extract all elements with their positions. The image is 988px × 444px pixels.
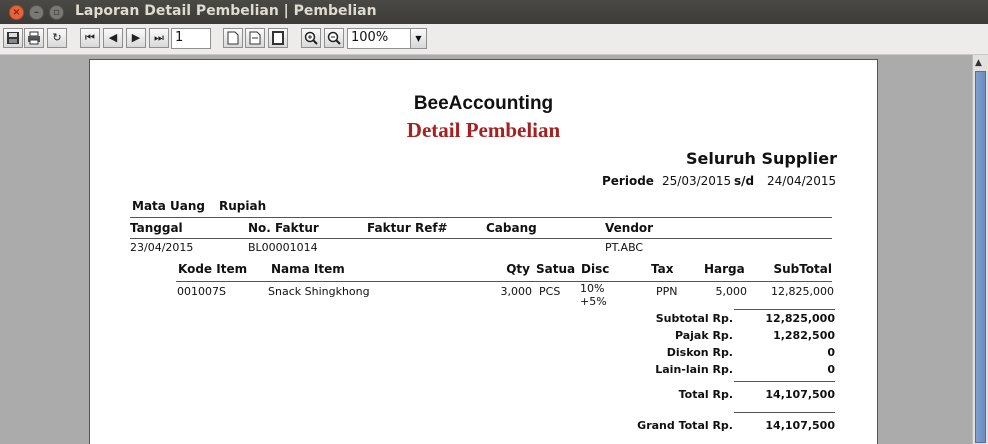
- col-tax: Tax: [651, 262, 674, 276]
- item-kode: 001007S: [177, 285, 226, 298]
- divider: [734, 381, 835, 382]
- last-page-icon[interactable]: ⏭: [149, 28, 169, 48]
- fit-page-icon[interactable]: [268, 28, 288, 48]
- previous-page-icon[interactable]: ◀: [103, 28, 123, 48]
- invoice-vendor: PT.ABC: [605, 241, 644, 254]
- grand-total-label: Grand Total Rp.: [637, 419, 733, 432]
- col-kode-item: Kode Item: [178, 262, 248, 276]
- page-number-input[interactable]: 1: [171, 28, 211, 49]
- diskon-value: 0: [827, 346, 835, 359]
- report-title: Detail Pembelian: [406, 118, 561, 142]
- minimize-window-button[interactable]: –: [29, 5, 44, 20]
- invoice-no-faktur: BL00001014: [248, 241, 318, 254]
- divider: [176, 281, 832, 282]
- zoom-out-icon[interactable]: [324, 28, 344, 48]
- col-disc: Disc: [581, 262, 610, 276]
- total-label: Total Rp.: [678, 388, 733, 401]
- item-harga: 5,000: [715, 285, 748, 298]
- zoom-select[interactable]: 100% ▼: [347, 28, 427, 49]
- item-tax: PPN: [656, 285, 678, 298]
- divider: [130, 238, 832, 239]
- invoice-tanggal: 23/04/2015: [130, 241, 194, 254]
- item-satuan: PCS: [539, 285, 561, 298]
- report-page: BeeAccounting Detail Pembelian Seluruh S…: [89, 59, 878, 444]
- divider: [734, 412, 835, 413]
- currency-value: Rupiah: [219, 199, 267, 213]
- lain-lain-value: 0: [827, 363, 835, 376]
- periode-to: 24/04/2015: [767, 174, 837, 188]
- col-no-faktur: No. Faktur: [248, 221, 319, 235]
- scrollbar-thumb[interactable]: [975, 71, 986, 443]
- pajak-label: Pajak Rp.: [674, 329, 733, 342]
- col-qty: Qty: [506, 262, 530, 276]
- zoom-value: 100%: [351, 30, 389, 45]
- col-harga: Harga: [704, 262, 745, 276]
- grand-total-value: 14,107,500: [765, 419, 835, 432]
- close-window-button[interactable]: ×: [9, 5, 24, 20]
- col-vendor: Vendor: [605, 221, 654, 235]
- periode-from: 25/03/2015: [662, 174, 732, 188]
- chevron-down-icon[interactable]: ▼: [410, 29, 426, 48]
- item-disc-1: 10%: [580, 282, 605, 295]
- report-viewport: BeeAccounting Detail Pembelian Seluruh S…: [0, 55, 972, 444]
- print-icon[interactable]: [24, 28, 44, 48]
- col-satuan: Satua: [536, 262, 576, 276]
- fit-width-icon[interactable]: [245, 28, 265, 48]
- item-nama: Snack Shingkhong: [268, 285, 370, 298]
- sd-label: s/d: [734, 174, 755, 188]
- divider: [734, 309, 835, 310]
- pajak-value: 1,282,500: [773, 329, 835, 342]
- col-subtotal: SubTotal: [773, 262, 832, 276]
- first-page-icon[interactable]: ⏮: [80, 28, 100, 48]
- supplier-scope: Seluruh Supplier: [685, 149, 837, 168]
- save-icon[interactable]: [3, 28, 23, 48]
- vertical-scrollbar[interactable]: ▲: [972, 55, 988, 444]
- item-disc-2: +5%: [580, 295, 607, 308]
- item-qty: 3,000: [500, 285, 533, 298]
- periode-label: Periode: [602, 174, 654, 188]
- col-cabang: Cabang: [486, 221, 537, 235]
- lain-lain-label: Lain-lain Rp.: [655, 363, 733, 376]
- report-toolbar: ↻ ⏮ ◀ ▶ ⏭ 1 100% ▼: [0, 24, 988, 55]
- col-tanggal: Tanggal: [130, 221, 183, 235]
- col-nama-item: Nama Item: [271, 262, 345, 276]
- next-page-icon[interactable]: ▶: [126, 28, 146, 48]
- actual-size-icon[interactable]: [223, 28, 243, 48]
- col-faktur-ref: Faktur Ref#: [367, 221, 448, 235]
- divider: [130, 217, 832, 218]
- window-titlebar: × – ▫ Laporan Detail Pembelian | Pembeli…: [0, 0, 988, 24]
- chevron-up-icon[interactable]: ▲: [975, 58, 982, 68]
- maximize-window-button[interactable]: ▫: [49, 5, 64, 20]
- subtotal-label: Subtotal Rp.: [655, 312, 733, 325]
- currency-label: Mata Uang: [132, 199, 206, 213]
- total-value: 14,107,500: [765, 388, 835, 401]
- diskon-label: Diskon Rp.: [666, 346, 733, 359]
- refresh-icon[interactable]: ↻: [47, 28, 67, 48]
- subtotal-value: 12,825,000: [765, 312, 835, 325]
- window-title: Laporan Detail Pembelian | Pembelian: [75, 3, 377, 19]
- zoom-in-icon[interactable]: [301, 28, 321, 48]
- company-name: BeeAccounting: [413, 93, 554, 114]
- item-subtotal: 12,825,000: [771, 285, 834, 298]
